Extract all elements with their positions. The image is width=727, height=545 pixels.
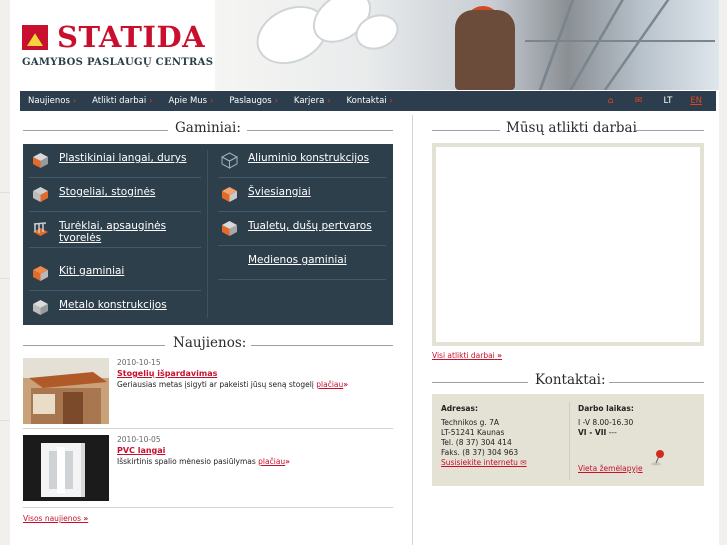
news-text: Geriausias metas įsigyti ar pakeisti jūs…	[117, 380, 349, 389]
all-works-link[interactable]: Visi atlikti darbai »	[432, 351, 502, 360]
address-line: Technikos g. 7A	[441, 418, 500, 427]
hours-weekend: VI - VII ---	[578, 428, 617, 437]
hours-heading: Darbo laikas:	[578, 404, 634, 413]
mail-icon[interactable]: ✉	[632, 96, 646, 106]
news-separator	[23, 428, 393, 429]
products-heading: Gaminiai:	[23, 120, 393, 140]
page: STATIDA GAMYBOS PASLAUGŲ CENTRAS Naujien…	[0, 0, 727, 545]
news-image[interactable]	[23, 358, 109, 424]
news-title-link[interactable]: PVC langai	[117, 446, 165, 455]
product-label: Šviesiangiai	[248, 186, 311, 198]
products-panel: Plastikiniai langai, durys Stogeliai, st…	[23, 144, 393, 325]
nav-item-karjera[interactable]: Karjera ›	[294, 91, 337, 111]
left-gutter	[0, 0, 10, 545]
product-aliuminio-konstrukcijos[interactable]: Aliuminio konstrukcijos	[212, 144, 393, 178]
address-block: Adresas: Technikos g. 7A LT-51241 Kaunas…	[441, 404, 527, 468]
nav-item-paslaugos[interactable]: Paslaugos ›	[229, 91, 284, 111]
phone-line: Tel. (8 37) 304 414	[441, 438, 512, 447]
cube-orange-icon	[221, 186, 238, 203]
nav-item-kontaktai[interactable]: Kontaktai ›	[347, 91, 399, 111]
hours-weekdays: I -V 8.00-16.30	[578, 418, 634, 427]
contact-online-link[interactable]: Susisiekite internetu ✉	[441, 458, 527, 468]
news-heading: Naujienos:	[23, 335, 393, 355]
product-label: Turėklai, apsauginės tvorelės	[59, 220, 167, 244]
nav-item-naujienos[interactable]: Naujienos ›	[28, 91, 82, 111]
cube-grey-icon	[32, 299, 49, 316]
news-more-link[interactable]: plačiau	[258, 457, 285, 466]
hours-block: Darbo laikas: I -V 8.00-16.30 VI - VII -…	[578, 404, 634, 438]
product-plastikiniai-langai[interactable]: Plastikiniai langai, durys	[23, 144, 207, 178]
right-gutter	[719, 0, 727, 545]
mail-icon: ✉	[520, 458, 527, 467]
address-heading: Adresas:	[441, 404, 478, 413]
news-date: 2010-10-15	[117, 358, 161, 367]
logo-name: STATIDA	[57, 20, 206, 54]
column-divider	[412, 115, 413, 545]
works-gallery	[432, 143, 704, 346]
works-heading: Mūsų atlikti darbai	[432, 120, 704, 140]
logo-subtitle: GAMYBOS PASLAUGŲ CENTRAS	[22, 57, 214, 68]
map-pin-icon[interactable]	[651, 450, 665, 466]
news-date: 2010-10-05	[117, 435, 161, 444]
header-banner-image	[215, 0, 719, 90]
fax-line: Faks. (8 37) 304 963	[441, 448, 519, 457]
lang-lt[interactable]: LT	[664, 91, 673, 111]
product-label: Metalo konstrukcijos	[59, 299, 167, 311]
nav-item-atlikti-darbai[interactable]: Atlikti darbai ›	[92, 91, 158, 111]
news-image[interactable]	[23, 435, 109, 501]
cube-orange-icon	[32, 265, 49, 282]
product-label: Stogeliai, stoginės	[59, 186, 156, 198]
nav-item-apie-mus[interactable]: Apie Mus ›	[168, 91, 219, 111]
works-heading-text: Mūsų atlikti darbai	[506, 120, 637, 136]
cube-outline-icon	[220, 152, 239, 169]
site-header: STATIDA GAMYBOS PASLAUGŲ CENTRAS	[10, 0, 719, 90]
all-news-link[interactable]: Visos naujienos »	[23, 514, 88, 523]
news-item: 2010-10-15 Stogelių išpardavimas Geriaus…	[23, 358, 393, 426]
product-label: Tualetų, dušų pertvaros	[248, 220, 372, 232]
product-label: Medienos gaminiai	[248, 254, 347, 266]
main-nav: Naujienos › Atlikti darbai › Apie Mus › Pas…	[20, 91, 716, 111]
cube-grey-orange-icon	[32, 152, 49, 169]
railing-cube-icon	[32, 220, 49, 237]
products-heading-text: Gaminiai:	[175, 120, 241, 136]
content-wrapper: STATIDA GAMYBOS PASLAUGŲ CENTRAS Naujien…	[10, 0, 719, 545]
cube-grey-orange-icon	[221, 220, 238, 237]
news-heading-text: Naujienos:	[173, 335, 247, 351]
product-tualetu-pertvaros[interactable]: Tualetų, dušų pertvaros	[212, 212, 393, 246]
news-title-link[interactable]: Stogelių išpardavimas	[117, 369, 217, 378]
product-metalo-konstrukcijos[interactable]: Metalo konstrukcijos	[23, 291, 207, 325]
map-location-link[interactable]: Vieta žemėlapyje	[578, 464, 643, 474]
news-more-link[interactable]: plačiau	[316, 380, 343, 389]
works-gallery-frame[interactable]	[436, 147, 700, 342]
product-tureklai[interactable]: Turėklai, apsauginės tvorelės	[23, 212, 207, 248]
product-label: Kiti gaminiai	[59, 265, 125, 277]
home-icon[interactable]: ⌂	[604, 96, 618, 106]
news-item: 2010-10-05 PVC langai Išskirtinis spalio…	[23, 435, 393, 503]
product-kiti-gaminiai[interactable]: Kiti gaminiai	[23, 257, 207, 291]
lang-en[interactable]: EN	[690, 91, 702, 111]
news-separator	[23, 507, 393, 508]
logo-mark-icon	[22, 25, 48, 50]
contacts-heading: Kontaktai:	[432, 372, 704, 392]
contacts-heading-text: Kontaktai:	[535, 372, 606, 388]
contacts-box: Adresas: Technikos g. 7A LT-51241 Kaunas…	[432, 394, 704, 486]
product-label: Aliuminio konstrukcijos	[248, 152, 370, 164]
cube-grey-orange-icon	[32, 186, 49, 203]
address-line: LT-51241 Kaunas	[441, 428, 505, 437]
product-label: Plastikiniai langai, durys	[59, 152, 187, 164]
product-stogeliai[interactable]: Stogeliai, stoginės	[23, 178, 207, 212]
news-text: Išskirtinis spalio mėnesio pasiūlymas pl…	[117, 457, 291, 466]
product-svieslangiai[interactable]: Šviesiangiai	[212, 178, 393, 212]
product-medienos-gaminiai[interactable]: Medienos gaminiai	[212, 246, 393, 280]
